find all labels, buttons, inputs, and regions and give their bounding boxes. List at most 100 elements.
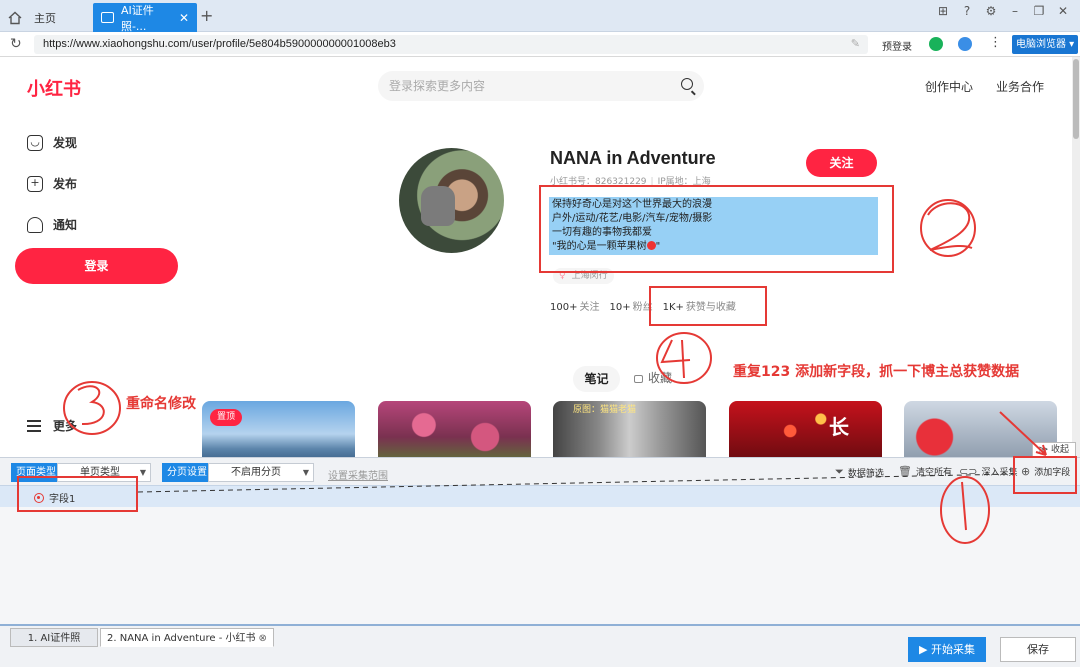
gift-icon[interactable]: ⊞	[936, 4, 950, 18]
home-icon	[8, 11, 22, 24]
site-logo[interactable]: 小红书	[27, 75, 81, 101]
deep-collect-button[interactable]: ⊂⊃ 深入采集	[959, 465, 1017, 478]
ip-location: IP属地：上海	[657, 177, 711, 187]
profile-name: NANA in Adventure	[550, 148, 716, 168]
card-caption: 原图：猫猫老猫	[573, 405, 637, 415]
stat-following[interactable]: 100+ 关注	[550, 298, 599, 313]
fields-row: 字段1	[0, 485, 1080, 507]
plus-icon: +	[27, 175, 43, 192]
follow-button[interactable]: 关注	[806, 149, 877, 177]
scrollbar-thumb[interactable]	[1073, 59, 1079, 139]
location-icon: ♀	[559, 271, 566, 281]
sidebar-item-more[interactable]: 更多	[27, 417, 77, 434]
profile-meta: 小红书号：826321229 | IP属地：上海	[550, 177, 711, 187]
gear-icon[interactable]: ⚙	[984, 4, 998, 18]
reload-icon[interactable]: ↻	[10, 36, 26, 52]
extension-blue-icon[interactable]	[958, 37, 972, 51]
field-chip[interactable]: 字段1	[34, 490, 75, 505]
add-field-button[interactable]: ⊕ 添加字段	[1021, 465, 1070, 478]
creator-center-link[interactable]: 创作中心	[925, 78, 973, 95]
tab-ai-photo[interactable]: AI证件照-... ✕	[93, 3, 197, 33]
target-icon	[34, 492, 44, 503]
chevron-down-icon: ▼	[139, 468, 146, 477]
avatar-cat	[421, 186, 455, 226]
pinned-badge: 置顶	[210, 409, 243, 426]
stat-followers[interactable]: 10+ 粉丝	[609, 298, 652, 313]
sidebar-item-discover[interactable]: ◡ 发现	[27, 134, 77, 151]
business-link[interactable]: 业务合作	[996, 78, 1044, 95]
close-window-icon[interactable]: ✕	[1056, 4, 1070, 18]
paging-select[interactable]: 不启用分页 ▼	[208, 463, 314, 482]
stat-likes[interactable]: 1K+ 获赞与收藏	[663, 298, 736, 313]
note-card[interactable]	[378, 401, 531, 457]
clear-all-button[interactable]: 🗑 清空所有	[898, 465, 952, 478]
location-tag: ♀ 上海闵行	[553, 268, 614, 284]
scraper-panel: ≫ 收起 页面类型 单页类型 ▼ 分页设置 不启用分页 ▼ 设置采集范围 ⏷ 数据筛选…	[0, 442, 1080, 624]
avatar	[399, 148, 504, 253]
collapse-button[interactable]: ≫ 收起	[1031, 442, 1076, 458]
task-tab-2[interactable]: 2. NANA in Adventure - 小红书 ⊗	[100, 628, 274, 647]
range-link[interactable]: 设置采集范围	[328, 467, 388, 482]
address-bar: ↻ https://www.xiaohongshu.com/user/profi…	[0, 32, 1080, 57]
browser-mode-button[interactable]: 电脑浏览器 ▾	[1012, 35, 1078, 54]
login-button[interactable]: 登录	[15, 248, 178, 284]
start-collect-button[interactable]: ▶ 开始采集	[908, 637, 986, 662]
filter-icon: ⏷	[835, 465, 844, 478]
menu-icon	[27, 419, 41, 432]
lock-icon	[634, 375, 643, 383]
tab-home-label: 主页	[34, 11, 56, 25]
profile-stats: 100+ 关注 10+ 粉丝 1K+ 获赞与收藏	[550, 298, 736, 313]
extension-green-icon[interactable]	[929, 37, 943, 51]
task-tab-1[interactable]: 1. AI证件照	[10, 628, 98, 647]
close-icon[interactable]: ⊗	[259, 629, 267, 648]
page-scrollbar[interactable]	[1072, 57, 1080, 457]
sidebar-item-notify[interactable]: 通知	[27, 216, 77, 233]
apple-icon	[646, 241, 656, 250]
help-icon[interactable]: ?	[960, 4, 974, 18]
redbook-id: 小红书号：826321229	[550, 177, 647, 187]
bottom-bar: 1. AI证件照 2. NANA in Adventure - 小红书 ⊗ ▶ 开…	[0, 624, 1080, 667]
tab-ai-photo-label: AI证件照-...	[120, 3, 154, 33]
restore-icon[interactable]: ❐	[1032, 4, 1046, 18]
save-button[interactable]: 保存	[1000, 637, 1076, 662]
close-icon[interactable]: ✕	[179, 11, 189, 25]
minimize-icon[interactable]: –	[1008, 4, 1022, 18]
bio-line: 一切有趣的事物我都爱	[552, 227, 652, 238]
sidebar-item-publish[interactable]: + 发布	[27, 175, 77, 192]
bio-line: "我的心是一颗苹果树 "	[552, 241, 661, 252]
bio-line: 保持好奇心是对这个世界最大的浪漫	[552, 199, 712, 210]
panel-body	[0, 507, 1080, 624]
card-text: 长	[829, 415, 849, 439]
browser-tabbar: 主页 AI证件照-... ✕ + ⊞ ? ⚙ – ❐ ✕	[0, 0, 1080, 33]
add-circle-icon: ⊕	[1021, 465, 1031, 478]
search-input[interactable]: 登录探索更多内容	[378, 71, 704, 101]
tab-home[interactable]: 主页	[8, 3, 92, 32]
chevron-down-icon: ▼	[302, 468, 309, 477]
note-card[interactable]: 原图：猫猫老猫	[553, 401, 706, 457]
prelogin-button[interactable]: 预登录	[882, 38, 912, 53]
search-icon[interactable]	[681, 78, 693, 90]
new-tab-button[interactable]: +	[200, 6, 213, 25]
note-card[interactable]: 置顶	[202, 401, 355, 457]
trash-icon: 🗑	[898, 465, 912, 478]
link-icon: ⊂⊃	[959, 465, 978, 478]
page-type-select[interactable]: 单页类型 ▼	[57, 463, 151, 482]
paging-label: 分页设置	[162, 463, 212, 482]
page-icon	[101, 12, 114, 23]
filter-button[interactable]: ⏷ 数据筛选	[835, 465, 884, 479]
bell-icon	[27, 216, 43, 233]
profile-bio: 保持好奇心是对这个世界最大的浪漫 户外/运动/花艺/电影/汽车/宠物/摄影 一切…	[549, 197, 878, 255]
edit-icon[interactable]: ✎	[851, 35, 860, 54]
url-field[interactable]: https://www.xiaohongshu.com/user/profile…	[34, 35, 868, 54]
sidebar-item-label: 发布	[53, 177, 78, 191]
more-menu-icon[interactable]: ⋮	[989, 35, 1002, 50]
bio-line: 户外/运动/花艺/电影/汽车/宠物/摄影	[552, 213, 713, 224]
sidebar-item-label: 发现	[53, 136, 78, 150]
tab-notes[interactable]: 笔记	[573, 366, 620, 392]
note-card[interactable]: 长	[729, 401, 882, 457]
search-placeholder: 登录探索更多内容	[389, 79, 486, 93]
page-type-label: 页面类型	[11, 463, 61, 482]
sidebar-item-label: 通知	[53, 218, 78, 232]
discover-icon: ◡	[27, 134, 43, 151]
tab-collect[interactable]: 收藏	[634, 369, 672, 386]
